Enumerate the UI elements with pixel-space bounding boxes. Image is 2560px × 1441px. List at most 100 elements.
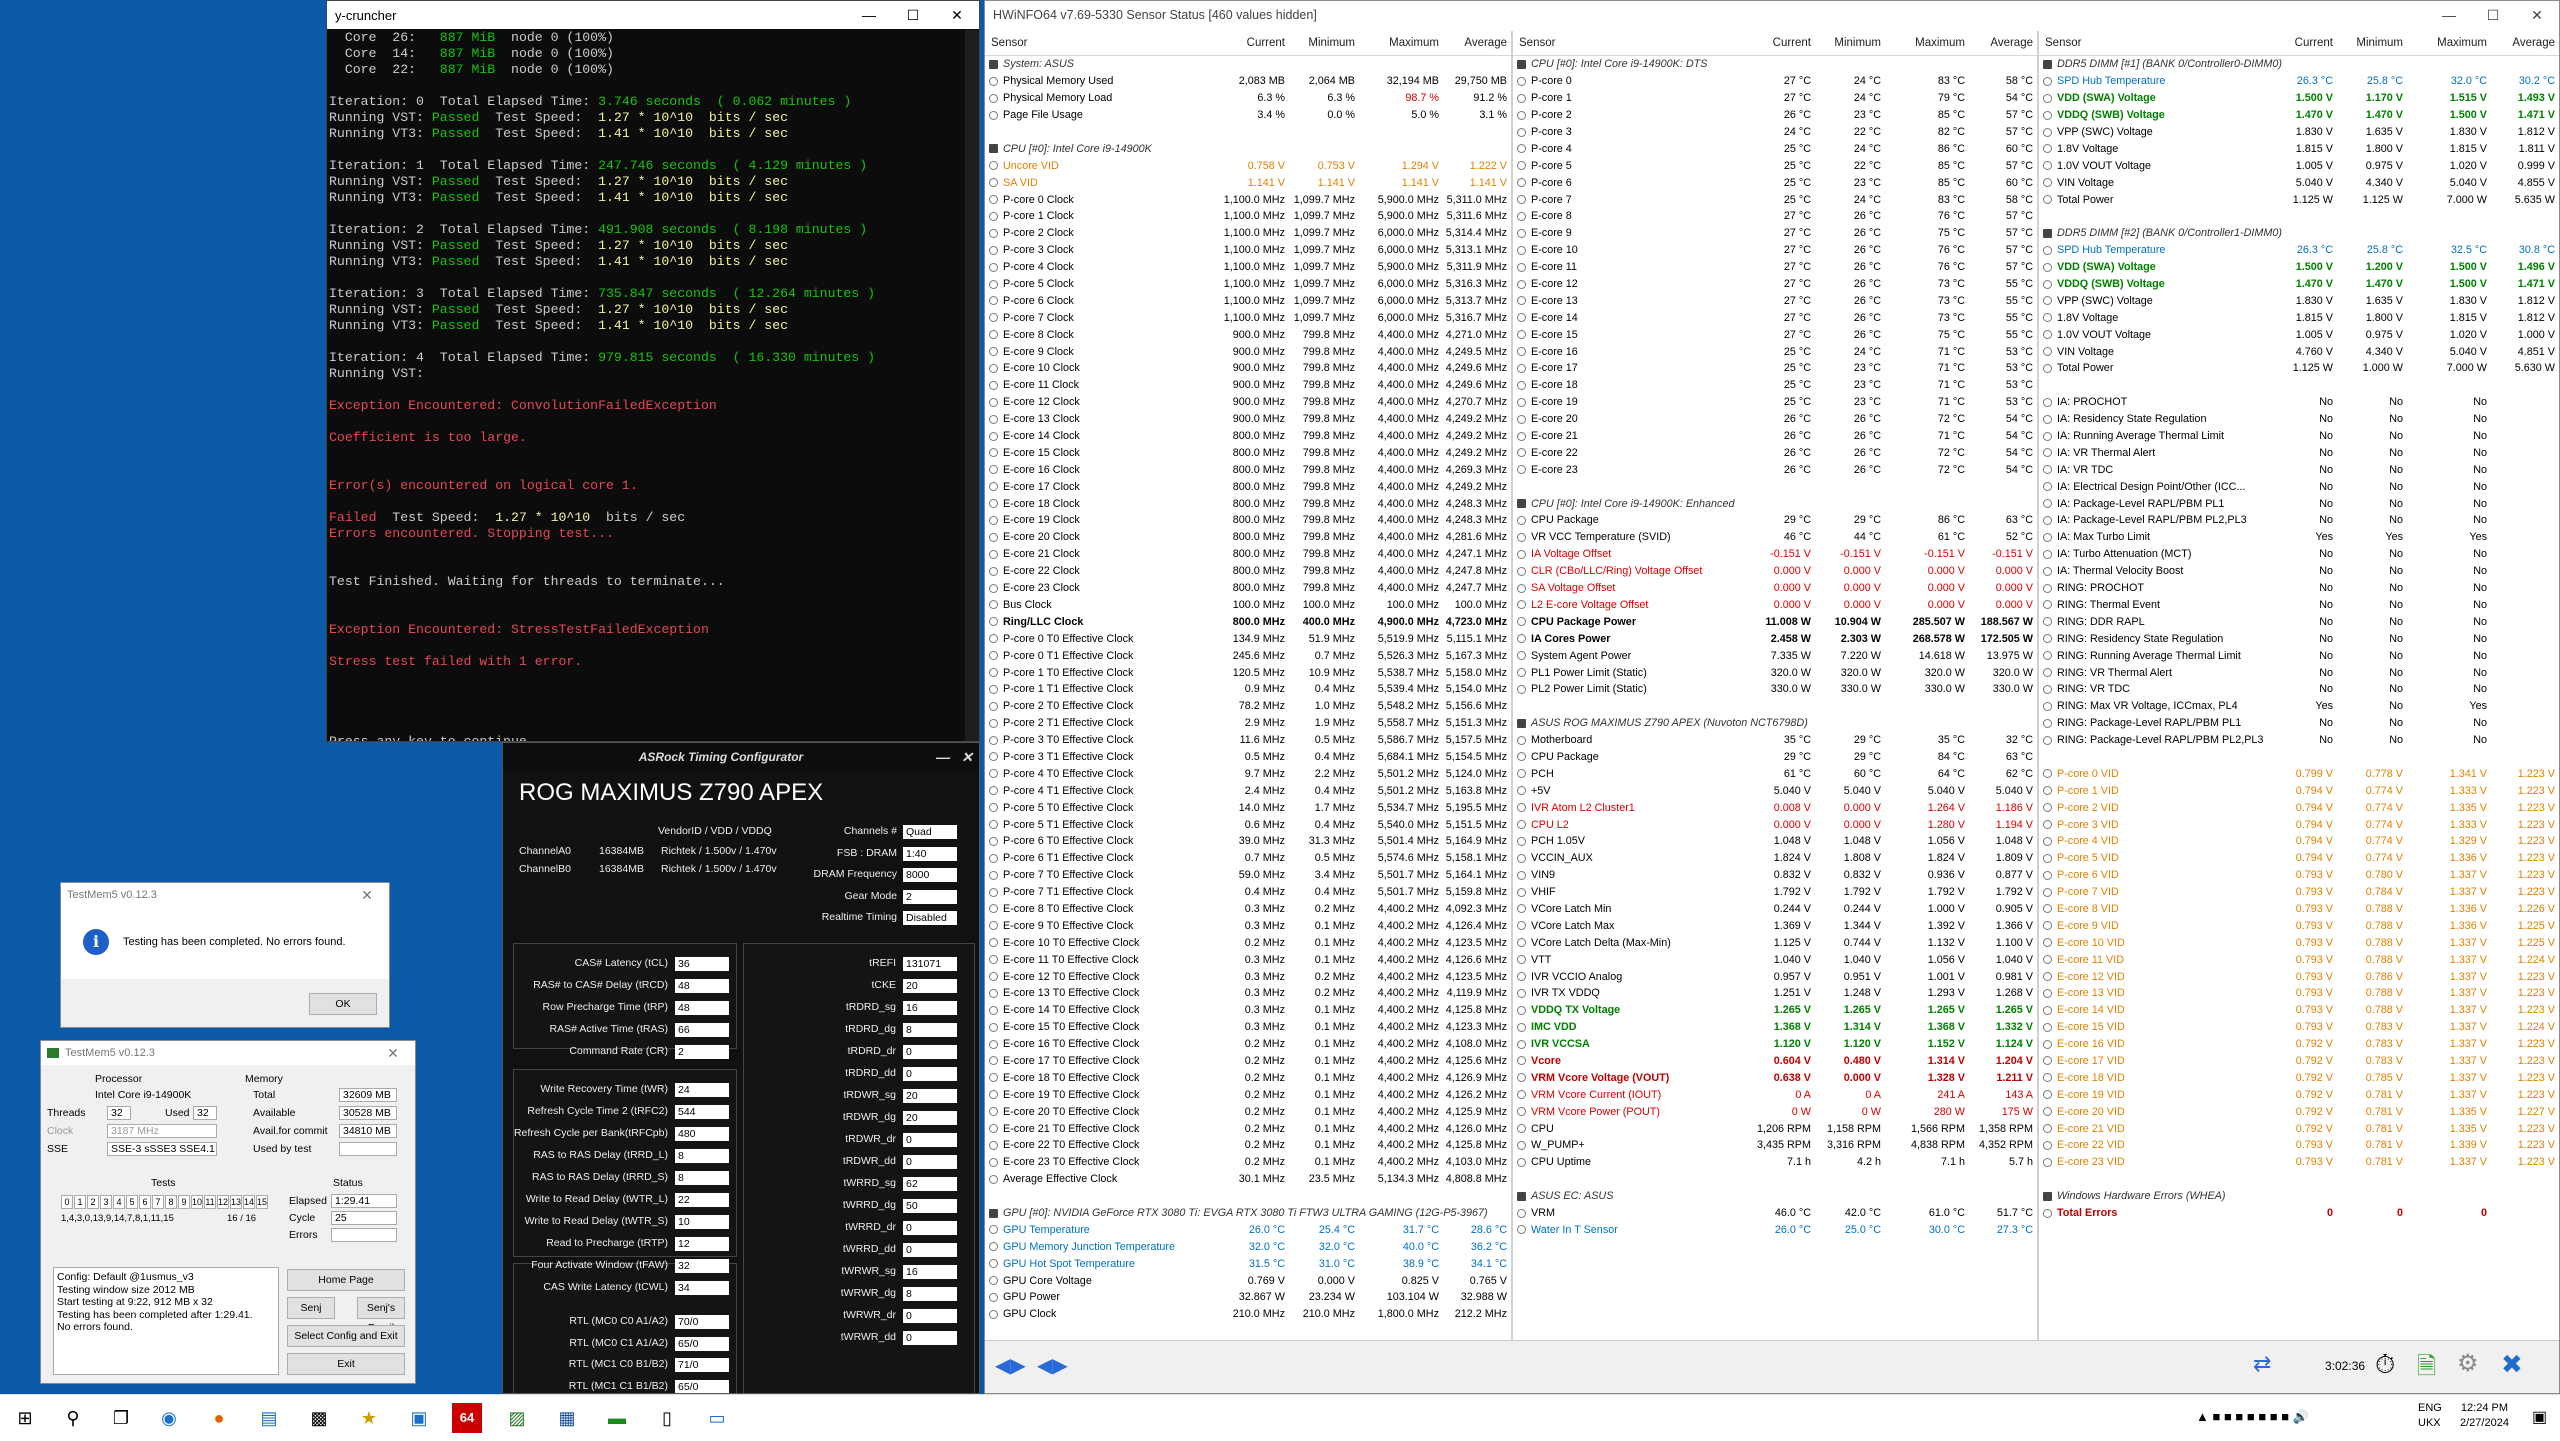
timing-value[interactable]: 34: [675, 1281, 729, 1295]
sensor-row[interactable]: P-core 1 VID 0.794 V 0.774 V 1.333 V 1.223 V: [2039, 782, 2559, 799]
timing-value[interactable]: 544: [675, 1105, 729, 1119]
sensor-row[interactable]: VIN Voltage 5.040 V 4.340 V 5.040 V 4.855 V: [2039, 174, 2559, 191]
sensor-row[interactable]: P-core 7 25 °C 24 °C 83 °C 58 °C: [1513, 191, 2037, 208]
sensor-row[interactable]: E-core 19 VID 0.792 V 0.781 V 1.337 V 1.223 …: [2039, 1086, 2559, 1103]
sensor-row[interactable]: VPP (SWC) Voltage 1.830 V 1.635 V 1.830 V 1.…: [2039, 292, 2559, 309]
sensor-row[interactable]: GPU Temperature 26.0 °C 25.4 °C 31.7 °C 28.6…: [985, 1221, 1511, 1238]
sensor-row[interactable]: RING: VR Thermal Alert No No No: [2039, 664, 2559, 681]
header-sensor[interactable]: Sensor: [2039, 37, 2267, 49]
sensor-row[interactable]: E-core 19 25 °C 23 °C 71 °C 53 °C: [1513, 394, 2037, 411]
timing-value[interactable]: 65/0: [675, 1336, 729, 1351]
timing-value[interactable]: 2: [675, 1045, 729, 1059]
sensor-row[interactable]: P-core 6 Clock 1,100.0 MHz 1,099.7 MHz 6,00…: [985, 292, 1511, 309]
sensor-row[interactable]: IVR VCCSA 1.120 V 1.120 V 1.152 V 1.124 V: [1513, 1036, 2037, 1053]
timing-value[interactable]: 480: [675, 1127, 729, 1141]
sensor-row[interactable]: Ring/LLC Clock 800.0 MHz 400.0 MHz 4,900.0 …: [985, 613, 1511, 630]
dialog-titlebar[interactable]: TestMem5 v0.12.3 ✕: [61, 883, 389, 907]
timing-value[interactable]: Disabled: [903, 911, 957, 925]
hwinfo-window[interactable]: HWiNFO64 v7.69-5330 Sensor Status [460 v…: [984, 0, 2560, 1394]
header-average[interactable]: Average: [1443, 37, 1511, 49]
firefox-icon[interactable]: ●: [204, 1403, 234, 1433]
header-maximum[interactable]: Maximum: [1885, 37, 1969, 49]
header-maximum[interactable]: Maximum: [1359, 37, 1443, 49]
clock[interactable]: 12:24 PM 2/27/2024: [2460, 1401, 2509, 1431]
timing-value[interactable]: 1:40: [903, 846, 957, 861]
asrock-taskbar-icon[interactable]: ▦: [552, 1403, 582, 1433]
sensor-row[interactable]: E-core 13 Clock 900.0 MHz 799.8 MHz 4,400.0…: [985, 411, 1511, 428]
close-sensors-icon[interactable]: ✖: [2501, 1349, 2523, 1380]
sensor-row[interactable]: VDDQ (SWB) Voltage 1.470 V 1.470 V 1.500 V1…: [2039, 107, 2559, 124]
timing-value[interactable]: Quad: [903, 825, 957, 839]
sensor-row[interactable]: E-core 21 26 °C 26 °C 71 °C 54 °C: [1513, 428, 2037, 445]
close-icon[interactable]: ✕: [2515, 7, 2559, 24]
sensor-row[interactable]: E-core 17 T0 Effective Clock 0.2 MHz 0.1 M…: [985, 1053, 1511, 1070]
button-home-page[interactable]: Home Page: [287, 1269, 405, 1291]
sensor-row[interactable]: SA Voltage Offset 0.000 V 0.000 V 0.000 V 0.…: [1513, 580, 2037, 597]
sensor-group[interactable]: CPU [#0]: Intel Core i9-14900K: Enhanced: [1513, 495, 2037, 512]
asrock-titlebar[interactable]: ASRock Timing Configurator — ✕: [503, 743, 979, 771]
sensor-row[interactable]: IA: Package-Level RAPL/PBM PL1 No No No: [2039, 495, 2559, 512]
sensor-row[interactable]: RING: VR TDC No No No: [2039, 681, 2559, 698]
explorer-icon[interactable]: ▤: [254, 1403, 284, 1433]
sensor-row[interactable]: E-core 23 T0 Effective Clock 0.2 MHz 0.1 M…: [985, 1154, 1511, 1171]
sensor-row[interactable]: E-core 8 VID 0.793 V 0.788 V 1.336 V 1.226 V: [2039, 901, 2559, 918]
sensor-row[interactable]: RING: PROCHOT No No No: [2039, 580, 2559, 597]
sensor-pane-2[interactable]: Sensor Current Minimum Maximum Average CPU [#…: [1513, 31, 2039, 1341]
sensor-row[interactable]: IA: PROCHOT No No No: [2039, 394, 2559, 411]
sensor-row[interactable]: P-core 6 VID 0.793 V 0.780 V 1.337 V 1.223 V: [2039, 867, 2559, 884]
timing-value[interactable]: 36: [675, 957, 729, 971]
terminal-icon[interactable]: ▩: [304, 1403, 334, 1433]
nav-right-icon[interactable]: ◀▶: [1037, 1353, 1068, 1378]
sensor-row[interactable]: E-core 14 T0 Effective Clock 0.3 MHz 0.1 M…: [985, 1002, 1511, 1019]
sensor-row[interactable]: E-core 23 26 °C 26 °C 72 °C 54 °C: [1513, 461, 2037, 478]
sensor-row[interactable]: Bus Clock 100.0 MHz 100.0 MHz 100.0 MHz 100.…: [985, 597, 1511, 614]
window-icon[interactable]: ▣: [404, 1403, 434, 1433]
column-header[interactable]: Sensor Current Minimum Maximum Average: [2039, 31, 2559, 56]
sensor-row[interactable]: Physical Memory Load 6.3 % 6.3 % 98.7 % 91.2…: [985, 90, 1511, 107]
sensor-row[interactable]: E-core 9 Clock 900.0 MHz 799.8 MHz 4,400.0 …: [985, 343, 1511, 360]
header-sensor[interactable]: Sensor: [985, 37, 1219, 49]
sensor-row[interactable]: E-core 22 T0 Effective Clock 0.2 MHz 0.1 M…: [985, 1137, 1511, 1154]
sensor-row[interactable]: E-core 11 T0 Effective Clock 0.3 MHz 0.1 M…: [985, 951, 1511, 968]
sensor-group[interactable]: CPU [#0]: Intel Core i9-14900K: [985, 140, 1511, 157]
app-taskbar-icon[interactable]: ▯: [652, 1403, 682, 1433]
sensor-row[interactable]: SPD Hub Temperature 26.3 °C 25.8 °C 32.5 °C…: [2039, 242, 2559, 259]
sensor-row[interactable]: VCCIN_AUX 1.824 V 1.808 V 1.824 V 1.809 V: [1513, 850, 2037, 867]
sensor-row[interactable]: E-core 10 VID 0.793 V 0.788 V 1.337 V 1.225 …: [2039, 934, 2559, 951]
sensor-row[interactable]: E-core 11 Clock 900.0 MHz 799.8 MHz 4,400.0…: [985, 377, 1511, 394]
sensor-row[interactable]: VCore Latch Max 1.369 V 1.344 V 1.392 V 1.36…: [1513, 917, 2037, 934]
sensor-row[interactable]: 1.8V Voltage 1.815 V 1.800 V 1.815 V 1.811 V: [2039, 140, 2559, 157]
sensor-row[interactable]: CPU Package 29 °C 29 °C 84 °C 63 °C: [1513, 749, 2037, 766]
tray-icons[interactable]: ▲ ■ ■ ■ ■ ■ ■ ■ 🔊: [2196, 1409, 2309, 1425]
sensor-pane-3[interactable]: Sensor Current Minimum Maximum Average DDR5 D…: [2039, 31, 2559, 1341]
sensor-group[interactable]: ASUS ROG MAXIMUS Z790 APEX (Nuvoton NCT6…: [1513, 715, 2037, 732]
sensor-row[interactable]: E-core 8 Clock 900.0 MHz 799.8 MHz 4,400.0 …: [985, 326, 1511, 343]
search-icon[interactable]: ⚲: [58, 1403, 88, 1433]
sensor-row[interactable]: VRM Vcore Current (IOUT) 0 A0 A 241 A 143 A: [1513, 1086, 2037, 1103]
sensor-row[interactable]: IA: VR TDC No No No: [2039, 461, 2559, 478]
timing-value[interactable]: 0: [903, 1067, 957, 1081]
sensor-row[interactable]: E-core 9 VID 0.793 V 0.788 V 1.336 V 1.225 V: [2039, 917, 2559, 934]
sensor-row[interactable]: P-core 2 Clock 1,100.0 MHz 1,099.7 MHz 6,00…: [985, 225, 1511, 242]
maximize-icon[interactable]: ☐: [2471, 7, 2515, 24]
sensor-row[interactable]: IA: VR Thermal Alert No No No: [2039, 444, 2559, 461]
sensor-row[interactable]: P-core 6 25 °C 23 °C 85 °C 60 °C: [1513, 174, 2037, 191]
ycruncher-titlebar[interactable]: y-cruncher — ☐ ✕: [327, 1, 979, 29]
timing-value[interactable]: 32: [675, 1259, 729, 1273]
ycruncher-window[interactable]: y-cruncher — ☐ ✕ Core 26: 887 MiB node 0…: [326, 0, 980, 742]
sensor-row[interactable]: CPU Package 29 °C 29 °C 86 °C 63 °C: [1513, 512, 2037, 529]
report-icon[interactable]: 🗎: [2417, 1349, 2436, 1390]
language-indicator[interactable]: ENG UKX: [2418, 1401, 2442, 1431]
sensor-row[interactable]: E-core 10 Clock 900.0 MHz 799.8 MHz 4,400.0…: [985, 360, 1511, 377]
sensor-row[interactable]: E-core 9 T0 Effective Clock 0.3 MHz 0.1 MH…: [985, 917, 1511, 934]
close-icon[interactable]: ✕: [955, 749, 979, 766]
testmem-dialog[interactable]: TestMem5 v0.12.3 ✕ i Testing has been co…: [60, 882, 390, 1028]
sensor-row[interactable]: VDDQ TX Voltage 1.265 V 1.265 V 1.265 V 1.26…: [1513, 1002, 2037, 1019]
header-current[interactable]: Current: [1219, 37, 1289, 49]
sensor-row[interactable]: P-core 0 T0 Effective Clock 134.9 MHz 51.9…: [985, 630, 1511, 647]
sensor-row[interactable]: P-core 1 T0 Effective Clock 120.5 MHz 10.9…: [985, 664, 1511, 681]
sensor-group[interactable]: GPU [#0]: NVIDIA GeForce RTX 3080 Ti: EV…: [985, 1205, 1511, 1222]
sensor-row[interactable]: VCore Latch Delta (Max-Min) 1.125 V 0.744 …: [1513, 934, 2037, 951]
sensor-row[interactable]: P-core 2 VID 0.794 V 0.774 V 1.335 V 1.223 V: [2039, 799, 2559, 816]
sensor-row[interactable]: P-core 2 T1 Effective Clock 2.9 MHz 1.9 MH…: [985, 715, 1511, 732]
